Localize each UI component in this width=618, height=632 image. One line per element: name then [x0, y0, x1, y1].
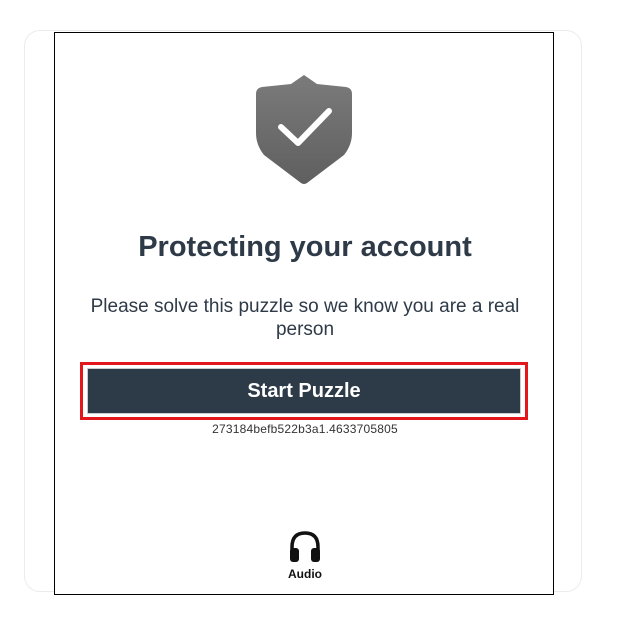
headphones-icon	[290, 531, 320, 562]
shield-check-icon	[256, 75, 352, 184]
audio-button[interactable]: Audio	[280, 530, 330, 584]
challenge-frame: Protecting your account Please solve thi…	[54, 32, 554, 595]
session-id: 273184befb522b3a1.4633705805	[212, 422, 398, 436]
challenge-message: Please solve this puzzle so we know you …	[90, 296, 520, 340]
start-button-highlight: Start Puzzle	[80, 362, 528, 420]
start-puzzle-button[interactable]: Start Puzzle	[87, 368, 521, 414]
page-title: Protecting your account	[138, 231, 472, 263]
page: Protecting your account Please solve thi…	[0, 0, 618, 632]
audio-label: Audio	[288, 567, 322, 581]
